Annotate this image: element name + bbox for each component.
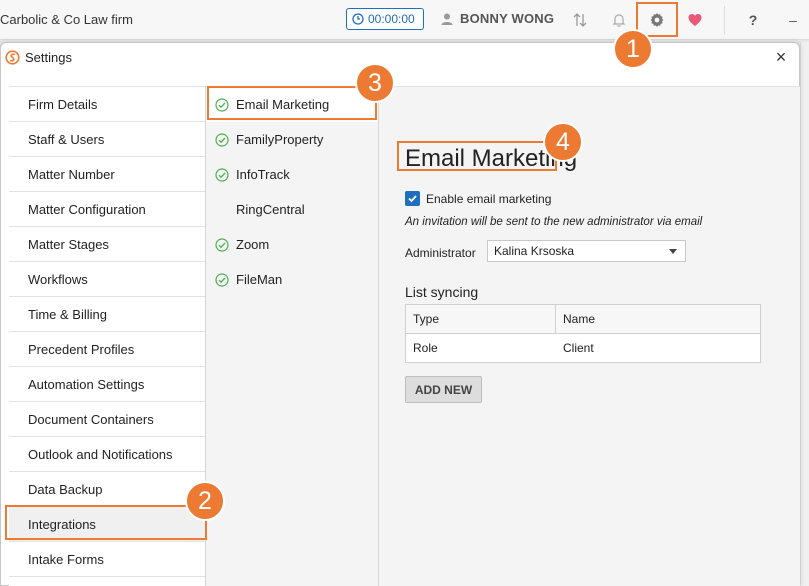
integration-label: Zoom [236,237,270,252]
minimize-button[interactable]: – [782,9,804,31]
integration-ringcentral[interactable]: RingCentral [206,192,378,227]
check-circle-icon [215,132,229,147]
integration-zoom[interactable]: Zoom [206,227,378,262]
timer-button[interactable]: 00:00:00 [346,8,424,30]
app-bar: Carbolic & Co Law firm 00:00:00 BONNY WO… [0,0,809,40]
administrator-select[interactable]: Kalina Krsoska [487,240,686,262]
enable-checkbox-label: Enable email marketing [426,191,552,206]
close-button[interactable]: × [771,47,791,67]
chevron-down-icon [669,249,677,254]
integration-label: FamilyProperty [236,132,324,147]
integration-fileman[interactable]: FileMan [206,262,378,297]
list-syncing-table: Type Name Role Client [405,304,761,363]
nav-item-precedent-profiles[interactable]: Precedent Profiles [9,332,205,367]
heart-icon[interactable] [684,9,706,31]
invite-note: An invitation will be sent to the new ad… [405,216,703,228]
nav-item-automation-settings[interactable]: Automation Settings [9,367,205,402]
user-icon [441,13,453,25]
nav-item-outlook-notifications[interactable]: Outlook and Notifications [9,437,205,472]
add-new-button[interactable]: ADD NEW [405,376,482,403]
check-circle-icon [215,272,229,287]
check-circle-icon [215,237,229,252]
integration-familyproperty[interactable]: FamilyProperty [206,122,378,157]
bell-icon[interactable] [608,9,630,31]
administrator-label: Administrator [405,246,476,260]
nav-item-matter-number[interactable]: Matter Number [9,157,205,192]
dialog-title: Settings [5,50,72,65]
callout-badge-1: 1 [613,29,653,69]
table-row[interactable]: Role Client [406,334,760,362]
table-header: Type Name [406,305,760,334]
callout-badge-2: 2 [185,481,225,521]
column-header-name[interactable]: Name [556,305,760,333]
nav-item-workflows[interactable]: Workflows [9,262,205,297]
toolbar-divider [724,6,725,34]
highlight-email-marketing [207,86,377,120]
integration-infotrack[interactable]: InfoTrack [206,157,378,192]
cell-type: Role [413,341,438,355]
callout-badge-4: 4 [543,122,583,162]
column-header-type[interactable]: Type [406,305,556,333]
nav-item-intake-forms[interactable]: Intake Forms [9,542,205,577]
integration-label: RingCentral [236,202,305,217]
integration-label: InfoTrack [236,167,290,182]
highlight-enable-checkbox [397,141,557,171]
check-circle-icon [215,167,229,182]
enable-checkbox[interactable] [405,191,420,206]
nav-item-time-billing[interactable]: Time & Billing [9,297,205,332]
sort-icon[interactable] [569,9,591,31]
clock-icon [352,13,364,25]
integrations-list: Email Marketing FamilyProperty InfoTrack… [206,86,379,586]
integration-label: FileMan [236,272,283,287]
nav-item-staff-users[interactable]: Staff & Users [9,122,205,157]
background-app-strip [800,42,809,586]
nav-item-data-backup[interactable]: Data Backup [9,472,205,507]
nav-item-matter-stages[interactable]: Matter Stages [9,227,205,262]
callout-badge-3: 3 [355,63,395,103]
nav-item-matter-configuration[interactable]: Matter Configuration [9,192,205,227]
help-button[interactable]: ? [742,9,764,31]
checkmark-icon [408,195,417,203]
nav-item-firm-details[interactable]: Firm Details [9,87,205,122]
dialog-title-text: Settings [25,50,72,65]
cell-name: Client [563,341,594,355]
app-logo-icon [5,50,20,65]
user-menu[interactable]: BONNY WONG [440,11,554,26]
user-name: BONNY WONG [460,11,555,26]
nav-item-document-containers[interactable]: Document Containers [9,402,205,437]
enable-email-marketing[interactable]: Enable email marketing [405,191,551,206]
timer-value: 00:00:00 [368,12,415,26]
highlight-integrations [5,505,207,540]
firm-name: Carbolic & Co Law firm [0,12,133,27]
list-syncing-title: List syncing [405,284,479,300]
administrator-value: Kalina Krsoska [494,244,575,258]
